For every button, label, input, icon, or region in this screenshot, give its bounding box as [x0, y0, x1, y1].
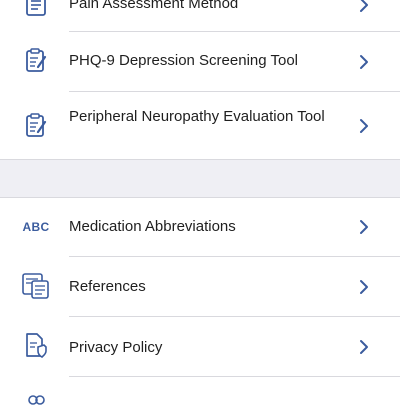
clipboard-edit-icon — [22, 47, 50, 75]
chevron-right-icon — [360, 220, 368, 234]
chevron-right-icon — [360, 0, 368, 12]
list-item-label: Pain Assessment Method — [69, 0, 239, 12]
list-item-partial[interactable] — [0, 377, 400, 407]
list-item-neuropathy[interactable]: Peripheral Neuropathy Evaluation Tool — [0, 92, 400, 159]
section-separator — [0, 160, 400, 197]
list-item-pain-assessment[interactable]: Pain Assessment Method — [0, 0, 400, 30]
list-item-label: PHQ-9 Depression Screening Tool — [69, 52, 299, 69]
list-item-phq9[interactable]: PHQ-9 Depression Screening Tool — [0, 32, 400, 91]
list-item-references[interactable]: References — [0, 257, 400, 316]
list-item-medication-abbreviations[interactable]: ABC Medication Abbreviations — [0, 198, 400, 256]
list-item-label: Peripheral Neuropathy Evaluation Tool — [69, 108, 325, 125]
list-item-label: Privacy Policy — [69, 339, 163, 356]
list-item-label: Medication Abbreviations — [69, 218, 236, 235]
chevron-right-icon — [360, 119, 368, 133]
privacy-document-icon — [22, 332, 50, 360]
clipboard-edit-icon — [22, 112, 50, 140]
list-item-privacy-policy[interactable]: Privacy Policy — [0, 317, 400, 376]
documents-icon — [22, 272, 50, 300]
abc-icon: ABC — [22, 220, 50, 234]
list-item-label: References — [69, 278, 146, 295]
chevron-right-icon — [360, 280, 368, 294]
chevron-right-icon — [360, 55, 368, 69]
clipboard-list-icon — [22, 0, 50, 18]
chevron-right-icon — [360, 340, 368, 354]
people-icon — [22, 389, 50, 417]
